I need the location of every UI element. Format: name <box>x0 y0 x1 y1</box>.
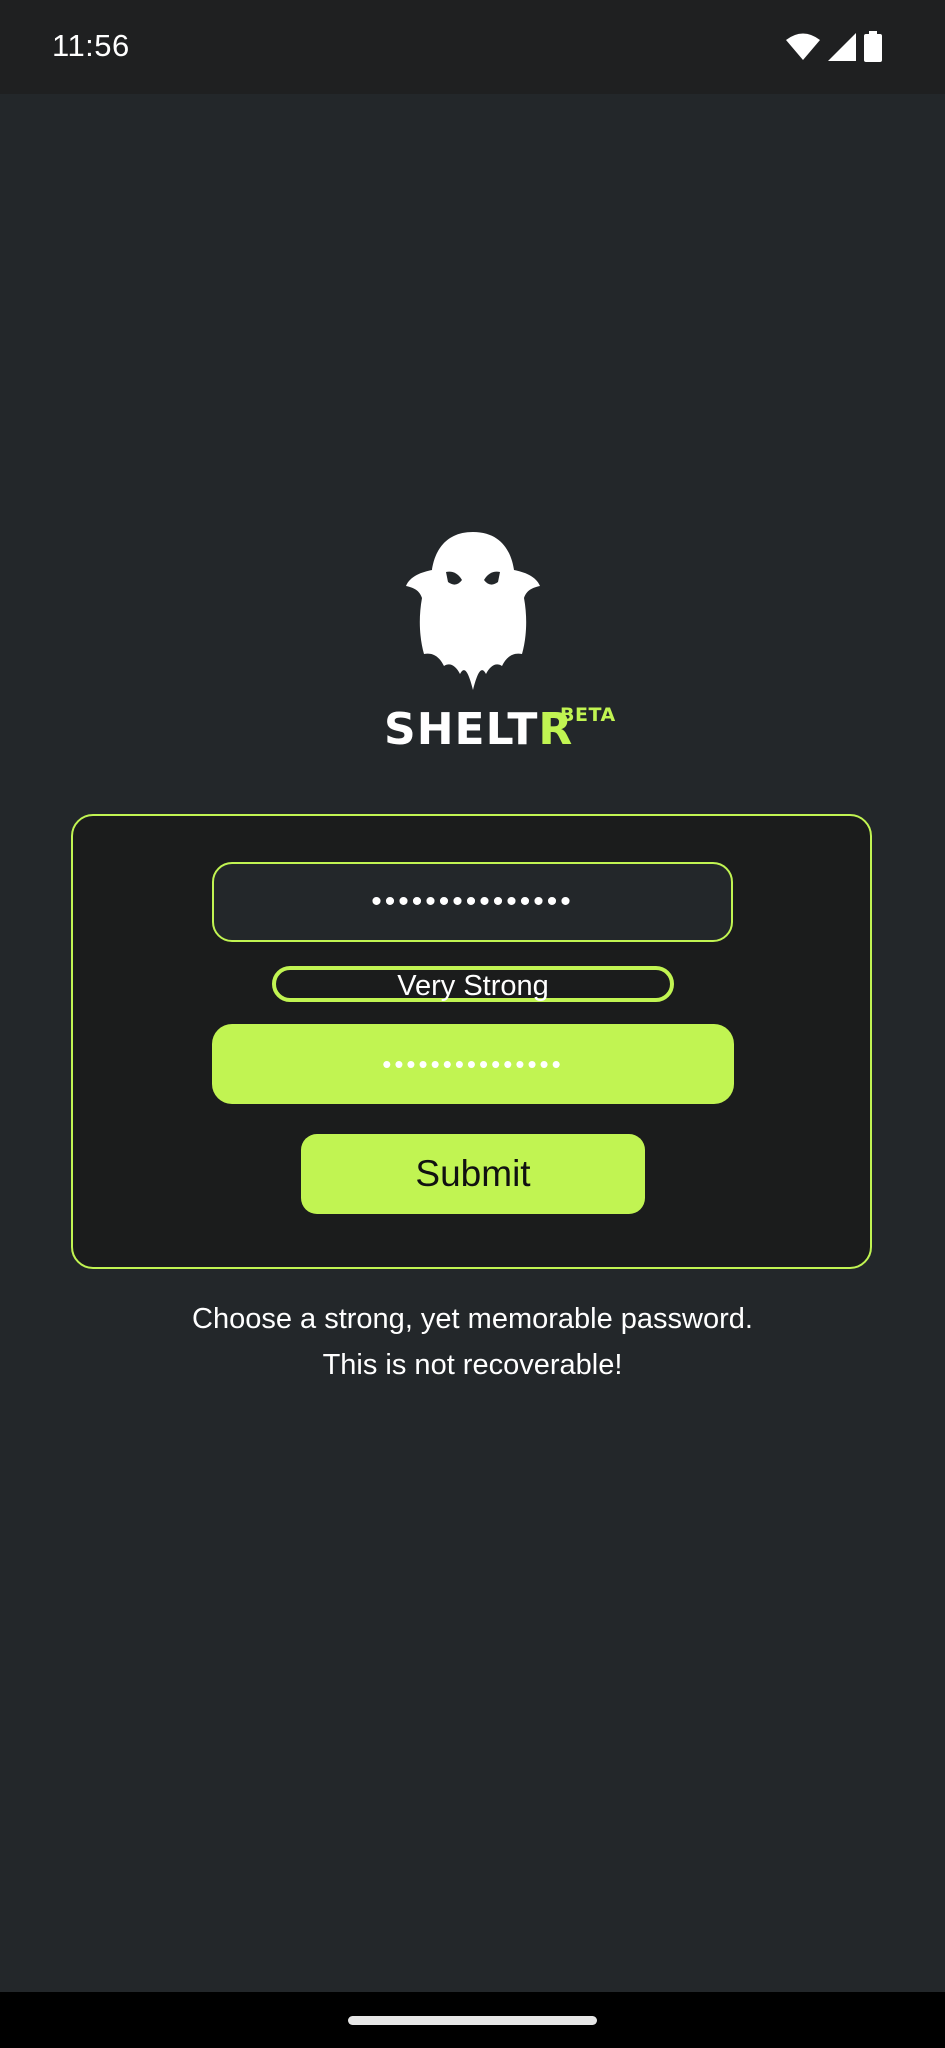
battery-icon <box>864 31 882 62</box>
beta-badge: BETA <box>560 704 616 726</box>
password-input[interactable]: ••••••••••••••• <box>212 862 733 942</box>
helper-text: Choose a strong, yet memorable password.… <box>0 1296 945 1388</box>
ghost-icon <box>406 532 540 690</box>
brand-name-prefix: SHELT <box>384 704 539 755</box>
wifi-icon <box>786 33 820 60</box>
status-time: 11:56 <box>52 28 130 63</box>
status-icons <box>785 30 883 64</box>
status-bar: 11:56 <box>0 0 945 94</box>
cellular-signal-icon <box>828 33 856 61</box>
confirm-password-input[interactable]: ••••••••••••••• <box>212 1024 734 1104</box>
submit-button[interactable]: Submit <box>301 1134 645 1214</box>
brand-wordmark: SHELTR BETA <box>384 704 624 768</box>
navigation-bar <box>0 1992 945 2048</box>
brand-name: SHELTR <box>384 708 573 752</box>
helper-text-line-2: This is not recoverable! <box>322 1349 623 1381</box>
home-indicator[interactable] <box>348 2016 597 2025</box>
password-strength-label: Very Strong <box>397 970 549 1002</box>
helper-text-line-1: Choose a strong, yet memorable password. <box>192 1303 753 1335</box>
